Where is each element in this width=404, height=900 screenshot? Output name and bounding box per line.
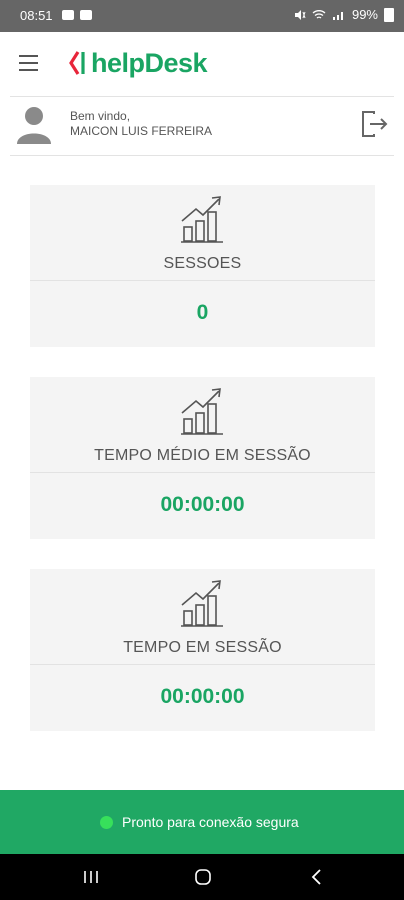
notification-icon	[80, 10, 92, 20]
connection-status-text: Pronto para conexão segura	[122, 814, 299, 830]
battery-icon	[384, 7, 394, 22]
logout-icon[interactable]	[360, 109, 388, 139]
growth-chart-icon	[181, 196, 223, 243]
card-divider	[30, 280, 375, 281]
logo-mark-icon	[69, 51, 85, 75]
app-bar: helpDesk	[0, 32, 404, 96]
brand-name: helpDesk	[91, 47, 208, 78]
battery-percent: 99%	[351, 7, 378, 22]
card-label: TEMPO MÉDIO EM SESSÃO	[94, 447, 311, 464]
card-average-session-time: TEMPO MÉDIO EM SESSÃO 00:00:00	[30, 377, 375, 539]
growth-chart-icon	[181, 388, 223, 435]
user-info: Bem vindo, MAICON LUIS FERREIRA	[10, 96, 394, 156]
photo-icon	[62, 10, 74, 20]
card-sessions: SESSOES 0	[30, 185, 375, 347]
connection-status-bar: Pronto para conexão segura	[0, 790, 404, 854]
system-nav-bar	[0, 854, 404, 900]
mute-icon	[294, 9, 306, 20]
wifi-icon	[312, 9, 326, 19]
hamburger-menu-icon[interactable]	[19, 55, 39, 71]
avatar-icon	[17, 107, 51, 144]
growth-chart-icon	[181, 580, 223, 627]
card-value: 00:00:00	[160, 493, 245, 516]
card-divider	[30, 472, 375, 473]
logo: helpDesk	[69, 46, 208, 80]
back-icon[interactable]	[307, 868, 327, 886]
card-value: 0	[196, 301, 209, 324]
card-label: TEMPO EM SESSÃO	[123, 639, 282, 656]
status-bar: 08:51 99%	[0, 0, 404, 32]
home-icon[interactable]	[193, 868, 213, 886]
card-divider	[30, 664, 375, 665]
card-session-time: TEMPO EM SESSÃO 00:00:00	[30, 569, 375, 731]
card-label: SESSOES	[163, 255, 242, 272]
card-value: 00:00:00	[160, 685, 245, 708]
welcome-text: Bem vindo,	[70, 109, 131, 123]
status-time: 08:51	[20, 8, 53, 23]
recent-apps-icon[interactable]	[81, 868, 101, 886]
signal-icon	[332, 11, 343, 20]
user-name: MAICON LUIS FERREIRA	[70, 124, 213, 138]
status-dot-icon	[100, 815, 113, 829]
